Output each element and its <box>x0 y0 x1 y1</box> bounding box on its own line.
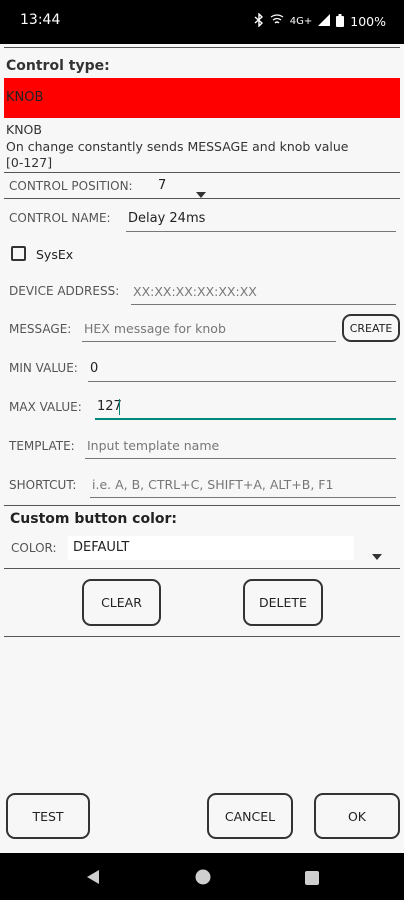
control-type-description-title: KNOB <box>6 122 42 137</box>
battery-level: 100% <box>350 14 386 29</box>
device-address-field[interactable]: XX:XX:XX:XX:XX:XX <box>131 279 396 305</box>
sysex-label: SysEx <box>36 247 74 262</box>
recents-icon[interactable] <box>305 870 319 889</box>
message-label: MESSAGE: <box>9 322 72 336</box>
min-value-field[interactable]: 0 <box>88 356 396 382</box>
sysex-checkbox[interactable]: SysEx <box>10 244 90 266</box>
shortcut-placeholder: i.e. A, B, CTRL+C, SHIFT+A, ALT+B, F1 <box>92 477 334 492</box>
bluetooth-icon <box>254 12 264 30</box>
cancel-button[interactable]: CANCEL <box>207 793 293 839</box>
color-value: DEFAULT <box>73 540 130 555</box>
template-label: TEMPLATE: <box>9 439 75 453</box>
status-time: 13:44 <box>20 12 61 28</box>
message-placeholder: HEX message for knob <box>84 321 226 336</box>
control-position-value: 7 <box>158 178 167 193</box>
divider <box>4 568 400 569</box>
divider <box>4 198 400 199</box>
divider <box>4 172 400 173</box>
text-cursor <box>119 399 120 415</box>
min-value-label: MIN VALUE: <box>9 361 78 375</box>
divider <box>4 47 400 48</box>
navigation-bar <box>0 853 404 900</box>
max-value-label: MAX VALUE: <box>9 400 82 414</box>
network-type: 4G+ <box>289 16 313 27</box>
control-type-dropdown[interactable]: KNOB <box>4 78 400 118</box>
control-name-label: CONTROL NAME: <box>9 211 111 225</box>
home-icon[interactable] <box>195 869 211 889</box>
divider <box>4 636 400 637</box>
field-underline-focused <box>95 418 396 420</box>
test-button[interactable]: TEST <box>6 793 90 839</box>
field-underline <box>90 497 396 498</box>
status-icons: 4G+ 100% <box>254 12 386 30</box>
template-field[interactable]: Input template name <box>85 433 396 459</box>
field-underline <box>85 458 396 459</box>
control-type-value: KNOB <box>6 90 44 105</box>
color-label: COLOR: <box>11 541 57 555</box>
message-field[interactable]: HEX message for knob <box>82 316 336 342</box>
control-name-field[interactable]: Delay 24ms <box>126 206 396 232</box>
control-name-value: Delay 24ms <box>128 211 206 226</box>
status-bar: 13:44 4G+ 100% <box>0 0 404 44</box>
battery-icon <box>336 13 345 30</box>
control-type-range: [0-127] <box>6 155 53 170</box>
field-underline <box>88 381 396 382</box>
back-icon[interactable] <box>86 869 100 889</box>
wifi-calling-icon <box>270 14 284 29</box>
shortcut-label: SHORTCUT: <box>9 478 77 492</box>
device-address-label: DEVICE ADDRESS: <box>9 284 120 298</box>
max-value-field[interactable]: 127 <box>95 394 396 420</box>
device-address-placeholder: XX:XX:XX:XX:XX:XX <box>133 284 257 299</box>
signal-icon <box>318 14 331 29</box>
field-underline <box>126 231 396 232</box>
min-value-value: 0 <box>90 361 99 376</box>
divider <box>4 505 400 506</box>
control-position-label: CONTROL POSITION: <box>9 179 133 193</box>
control-type-description: On change constantly sends MESSAGE and k… <box>6 139 349 154</box>
create-button[interactable]: CREATE <box>342 314 400 342</box>
checkbox-box <box>11 246 26 261</box>
field-underline <box>131 304 396 305</box>
shortcut-field[interactable]: i.e. A, B, CTRL+C, SHIFT+A, ALT+B, F1 <box>90 472 396 498</box>
custom-color-heading: Custom button color: <box>10 511 178 527</box>
control-type-heading: Control type: <box>6 58 110 74</box>
delete-button[interactable]: DELETE <box>243 579 323 626</box>
chevron-down-icon <box>196 183 206 202</box>
template-placeholder: Input template name <box>87 438 220 453</box>
ok-button[interactable]: OK <box>314 793 400 839</box>
control-position-dropdown[interactable]: 7 <box>150 174 214 198</box>
color-dropdown[interactable]: DEFAULT <box>68 536 390 560</box>
clear-button[interactable]: CLEAR <box>82 579 161 626</box>
field-underline <box>82 341 336 342</box>
chevron-down-icon <box>372 545 382 564</box>
